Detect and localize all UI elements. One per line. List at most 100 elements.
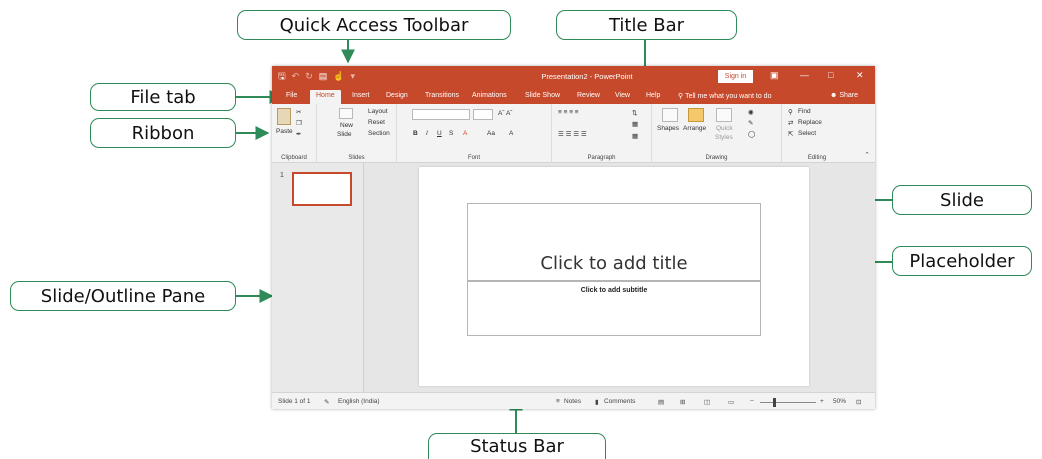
new-slide-button-line2[interactable]: Slide (337, 131, 351, 138)
new-slide-icon[interactable] (339, 108, 353, 119)
tab-slide-show[interactable]: Slide Show (525, 92, 560, 99)
shadow-icon[interactable]: S (449, 130, 453, 137)
italic-icon[interactable]: I (426, 130, 428, 137)
start-slideshow-icon[interactable]: ▤ (319, 71, 328, 82)
slide-thumbnail[interactable] (292, 172, 352, 206)
undo-icon[interactable]: ↶ (292, 71, 300, 82)
quick-styles-button-line2[interactable]: Styles (715, 134, 733, 141)
font-size-dropdown[interactable] (473, 109, 493, 120)
slide-thumbnail-number: 1 (280, 172, 284, 179)
powerpoint-window: 🖫 ↶ ↻ ▤ ☝ ▾ Presentation2 - PowerPoint S… (272, 66, 875, 409)
slide-sorter-icon[interactable]: ⊞ (680, 398, 685, 406)
underline-icon[interactable]: U (437, 130, 442, 137)
redo-icon[interactable]: ↻ (305, 71, 313, 82)
slides-label: Slides (348, 155, 365, 161)
font-label: Font (467, 155, 480, 161)
save-icon[interactable]: 🖫 (278, 69, 286, 85)
bold-icon[interactable]: B (413, 130, 418, 137)
font-name-dropdown[interactable] (412, 109, 470, 120)
customize-qat-icon[interactable]: ▾ (351, 71, 356, 82)
bullets-icon[interactable]: ≡ ≡ ≡ ≡ (558, 109, 579, 116)
reading-view-icon[interactable]: ◫ (704, 398, 710, 406)
zoom-level[interactable]: 50% (833, 398, 846, 405)
quick-styles-button-line1[interactable]: Quick (716, 125, 733, 132)
shape-fill-icon[interactable]: ◉ (748, 108, 754, 116)
touch-mode-icon[interactable]: ☝ (333, 71, 344, 82)
subtitle-placeholder-text: Click to add subtitle (580, 287, 648, 294)
comments-button[interactable]: Comments (604, 398, 635, 405)
replace-button[interactable]: Replace (798, 119, 822, 126)
smartart-icon[interactable]: ▦ (632, 132, 638, 140)
zoom-out-icon[interactable]: − (750, 398, 754, 405)
change-case-icon[interactable]: Aa (487, 130, 495, 137)
tab-home[interactable]: Home (310, 90, 341, 104)
notes-button[interactable]: Notes (564, 398, 581, 405)
format-painter-icon[interactable]: ✒ (296, 130, 301, 138)
shapes-icon[interactable] (662, 108, 678, 122)
arrange-button[interactable]: Arrange (683, 125, 706, 132)
spell-check-icon[interactable]: ✎ (324, 398, 329, 406)
cut-icon[interactable]: ✂ (296, 108, 301, 116)
paste-icon[interactable] (277, 108, 291, 125)
sign-in-button[interactable]: Sign in (718, 70, 753, 83)
tab-transitions[interactable]: Transitions (425, 92, 459, 99)
language[interactable]: English (India) (338, 398, 380, 405)
slide-canvas[interactable]: Click to add title Click to add subtitle (419, 167, 809, 386)
shapes-button[interactable]: Shapes (657, 125, 679, 132)
ribbon-display-options-icon[interactable]: ▣ (770, 70, 779, 81)
copy-icon[interactable]: ❐ (296, 119, 302, 127)
tab-help[interactable]: Help (646, 92, 660, 99)
fit-slide-icon[interactable]: ⊡ (856, 398, 861, 406)
font-color-icon[interactable]: A (463, 130, 467, 137)
tab-view[interactable]: View (615, 92, 630, 99)
callout-quick-access-toolbar: Quick Access Toolbar (237, 10, 511, 40)
align-icon[interactable]: ☰ ☰ ☰ ☰ (558, 130, 587, 138)
arrange-icon[interactable] (688, 108, 704, 122)
editing-group: ⚲ Find ⇄ Replace ⇱ Select Editing (782, 104, 852, 163)
slideshow-view-icon[interactable]: ▭ (728, 398, 734, 406)
grow-font-icon[interactable]: Aˆ Aˇ (498, 110, 512, 117)
status-bar: Slide 1 of 1 ✎ English (India) ≡ Notes ▮… (272, 392, 875, 409)
title-placeholder[interactable]: Click to add title (467, 203, 761, 281)
zoom-slider[interactable] (760, 398, 816, 407)
minimize-icon[interactable]: — (800, 70, 809, 80)
notes-icon: ≡ (556, 398, 560, 405)
normal-view-icon[interactable]: ▤ (658, 398, 664, 406)
tell-me-search[interactable]: ⚲ Tell me what you want to do (678, 92, 771, 100)
new-slide-button-line1[interactable]: New (340, 122, 353, 129)
tab-design[interactable]: Design (386, 92, 408, 99)
clipboard-label: Clipboard (281, 155, 307, 161)
section-button[interactable]: Section (368, 130, 390, 137)
text-direction-icon[interactable]: ⇅ (632, 109, 637, 117)
clear-formatting-icon[interactable]: A (509, 130, 513, 137)
title-bar: 🖫 ↶ ↻ ▤ ☝ ▾ Presentation2 - PowerPoint S… (272, 66, 875, 87)
slides-group: New Slide Layout Reset Section Slides (317, 104, 397, 163)
align-text-icon[interactable]: ▦ (632, 120, 638, 128)
tab-file[interactable]: File (286, 92, 297, 99)
document-title: Presentation2 - PowerPoint (541, 72, 633, 81)
shape-effects-icon[interactable]: ◯ (748, 130, 755, 138)
replace-icon: ⇄ (788, 120, 794, 127)
slide-count: Slide 1 of 1 (278, 398, 311, 405)
select-button[interactable]: Select (798, 130, 816, 137)
find-button[interactable]: Find (798, 108, 811, 115)
maximize-icon[interactable]: □ (828, 70, 833, 80)
reset-button[interactable]: Reset (368, 119, 385, 126)
tab-animations[interactable]: Animations (472, 92, 507, 99)
zoom-slider-thumb[interactable] (773, 398, 776, 407)
slide-outline-pane[interactable]: 1 (272, 163, 364, 392)
share-button[interactable]: ☻ Share (830, 92, 858, 99)
layout-button[interactable]: Layout (368, 108, 388, 115)
tab-insert[interactable]: Insert (352, 92, 370, 99)
subtitle-placeholder[interactable]: Click to add subtitle (467, 281, 761, 336)
paste-button[interactable]: Paste (276, 128, 293, 135)
ribbon-tabs: File Home Insert Design Transitions Anim… (272, 87, 875, 104)
close-icon[interactable]: ✕ (856, 70, 864, 81)
zoom-in-icon[interactable]: + (820, 398, 824, 405)
quick-access-toolbar: 🖫 ↶ ↻ ▤ ☝ ▾ (278, 70, 355, 83)
shape-outline-icon[interactable]: ✎ (748, 119, 753, 127)
drawing-label: Drawing (705, 155, 728, 161)
quick-styles-icon[interactable] (716, 108, 732, 122)
tab-review[interactable]: Review (577, 92, 600, 99)
collapse-ribbon-icon[interactable]: ⌃ (864, 151, 870, 159)
